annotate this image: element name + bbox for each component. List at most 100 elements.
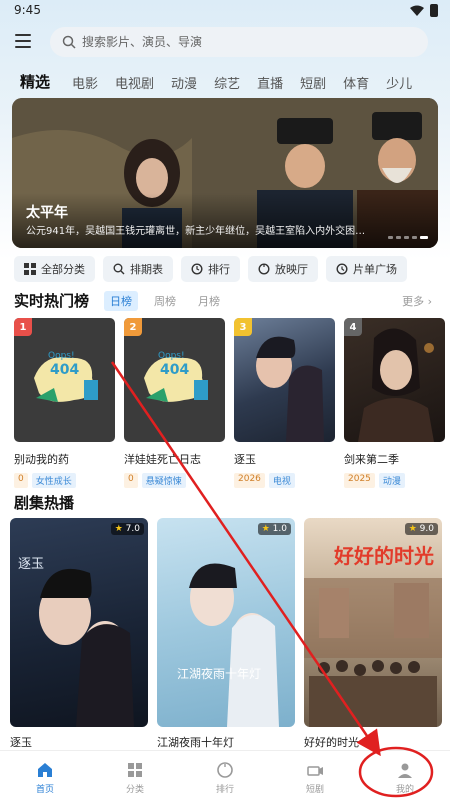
poster-placeholder: Oops! 404 1 — [14, 318, 115, 442]
tab-featured[interactable]: 精选 — [20, 71, 50, 92]
poster-image: 好好的时光 ★ 9.0 — [304, 518, 442, 727]
not-found-illustration: Oops! 404 — [144, 351, 208, 402]
search-icon — [113, 263, 125, 275]
rank-tab-monthly[interactable]: 月榜 — [192, 291, 226, 311]
hot-item-title: 剑来第二季 — [344, 453, 399, 466]
drama-item[interactable]: 逐玉 ★ 7.0 逐玉 — [10, 518, 148, 750]
banner-title: 太平年 — [26, 205, 68, 221]
hot-section-title: 实时热门榜 — [14, 292, 90, 310]
theater-label: 放映厅 — [275, 263, 308, 276]
nav-short-drama[interactable]: 短剧 — [280, 751, 350, 800]
genre-tag: 悬疑惊悚 — [141, 473, 186, 488]
hot-item[interactable]: Oops! 404 1 别动我的药 0 女性成长 — [14, 318, 115, 488]
home-icon — [38, 763, 52, 777]
status-icons — [410, 4, 438, 17]
nav-rank-label: 排行 — [215, 785, 234, 795]
year-tag: 2026 — [234, 473, 265, 488]
drama-list: 逐玉 ★ 7.0 逐玉 江湖夜雨十年灯 ★ 1.0 江湖夜雨十年灯 好好的时光 … — [10, 518, 442, 750]
poster-art: 江湖夜雨十年灯 — [177, 563, 279, 727]
rank-tab-weekly[interactable]: 周榜 — [148, 291, 182, 311]
rank-badge: 3 — [234, 318, 252, 336]
nav-profile[interactable]: 我的 — [370, 751, 440, 800]
year-tag: 0 — [14, 473, 28, 488]
hot-more-link[interactable]: 更多 › — [402, 293, 432, 309]
score-value: 7.0 — [125, 524, 140, 534]
category-icon — [128, 763, 142, 777]
poster-title-text: 好好的时光 — [333, 544, 434, 568]
tab-short[interactable]: 短剧 — [300, 73, 326, 92]
oops-text: Oops! — [48, 351, 75, 361]
schedule-label: 排期表 — [130, 263, 163, 276]
year-tag: 0 — [124, 473, 138, 488]
playlist-square-button[interactable]: 片单广场 — [326, 256, 407, 282]
nav-category-label: 分类 — [125, 785, 144, 795]
nav-home-label: 首页 — [35, 785, 54, 795]
all-categories-button[interactable]: 全部分类 — [14, 256, 95, 282]
trophy-icon — [191, 263, 203, 275]
drama-item-title: 好好的时光 — [304, 736, 359, 749]
profile-icon — [398, 763, 412, 778]
battery-icon — [430, 4, 438, 17]
hot-list: Oops! 404 1 别动我的药 0 女性成长 Oops! 404 2 洋娃娃死… — [14, 318, 445, 488]
score-badge: ★ 7.0 — [110, 523, 144, 535]
search-icon — [62, 35, 76, 49]
rank-tab-daily[interactable]: 日榜 — [104, 291, 138, 311]
hot-item[interactable]: 4 剑来第二季 2025 动漫 — [344, 318, 445, 488]
poster-art: 逐玉 — [18, 557, 134, 727]
nav-category[interactable]: 分类 — [100, 751, 170, 800]
star-icon: ★ — [114, 524, 123, 534]
hot-item-title: 洋娃娃死亡日志 — [124, 453, 201, 466]
hero-banner[interactable]: 太平年 公元941年，吴越国王钱元瓘离世，新主少年继位，吴越王室陷入内外交困… — [12, 98, 438, 248]
drama-item[interactable]: 好好的时光 ★ 9.0 好好的时光 — [304, 518, 442, 750]
menu-icon[interactable] — [15, 34, 35, 50]
star-icon: ★ — [261, 524, 270, 534]
poster-placeholder: Oops! 404 2 — [124, 318, 225, 442]
tab-live[interactable]: 直播 — [257, 73, 283, 92]
tab-tv[interactable]: 电视剧 — [115, 73, 154, 92]
genre-tag: 女性成长 — [31, 473, 76, 488]
poster-art: 好好的时光 — [304, 544, 442, 727]
tab-kids[interactable]: 少儿 — [386, 73, 412, 92]
short-drama-icon — [307, 766, 323, 776]
error-code-text: 404 — [50, 362, 79, 378]
hot-item-title: 别动我的药 — [14, 453, 69, 466]
ranking-button[interactable]: 排行 — [181, 256, 240, 282]
genre-tag: 电视 — [268, 473, 295, 488]
error-code-text: 404 — [160, 362, 189, 378]
grid-icon — [24, 263, 36, 275]
drama-item-title: 江湖夜雨十年灯 — [157, 736, 234, 749]
nav-rank[interactable]: 排行 — [190, 751, 260, 800]
tab-sports[interactable]: 体育 — [343, 73, 369, 92]
hot-item[interactable]: 3 逐玉 2026 电视 — [234, 318, 335, 488]
drama-item[interactable]: 江湖夜雨十年灯 ★ 1.0 江湖夜雨十年灯 — [157, 518, 295, 750]
poster-title-text: 逐玉 — [18, 557, 44, 572]
nav-home[interactable]: 首页 — [10, 751, 80, 800]
status-bar: 9:45 — [0, 0, 450, 22]
drama-section-title: 剧集热播 — [14, 494, 75, 512]
ranking-label: 排行 — [208, 263, 230, 276]
tab-variety[interactable]: 综艺 — [214, 73, 240, 92]
schedule-button[interactable]: 排期表 — [103, 256, 173, 282]
nav-profile-label: 我的 — [395, 785, 414, 795]
poster-art — [358, 328, 434, 442]
genre-tag: 动漫 — [378, 473, 405, 488]
history-icon — [336, 263, 348, 275]
star-icon: ★ — [408, 524, 417, 534]
quick-actions: 全部分类 排期表 排行 放映厅 片单广场 — [14, 256, 407, 282]
theater-button[interactable]: 放映厅 — [248, 256, 318, 282]
poster-image: 3 — [234, 318, 335, 442]
drama-item-title: 逐玉 — [10, 736, 32, 749]
circle-icon — [258, 263, 270, 275]
rank-icon — [217, 762, 233, 778]
search-input[interactable] — [82, 35, 382, 49]
status-time: 9:45 — [14, 3, 41, 17]
poster-title-text: 江湖夜雨十年灯 — [177, 666, 261, 681]
year-tag: 2025 — [344, 473, 375, 488]
rank-tabs: 日榜 周榜 月榜 — [104, 291, 226, 311]
hot-item[interactable]: Oops! 404 2 洋娃娃死亡日志 0 悬疑惊悚 — [124, 318, 225, 488]
poster-image: 江湖夜雨十年灯 ★ 1.0 — [157, 518, 295, 727]
score-badge: ★ 9.0 — [404, 523, 438, 535]
tab-movie[interactable]: 电影 — [72, 73, 98, 92]
search-box[interactable] — [50, 27, 428, 57]
tab-anime[interactable]: 动漫 — [171, 73, 197, 92]
